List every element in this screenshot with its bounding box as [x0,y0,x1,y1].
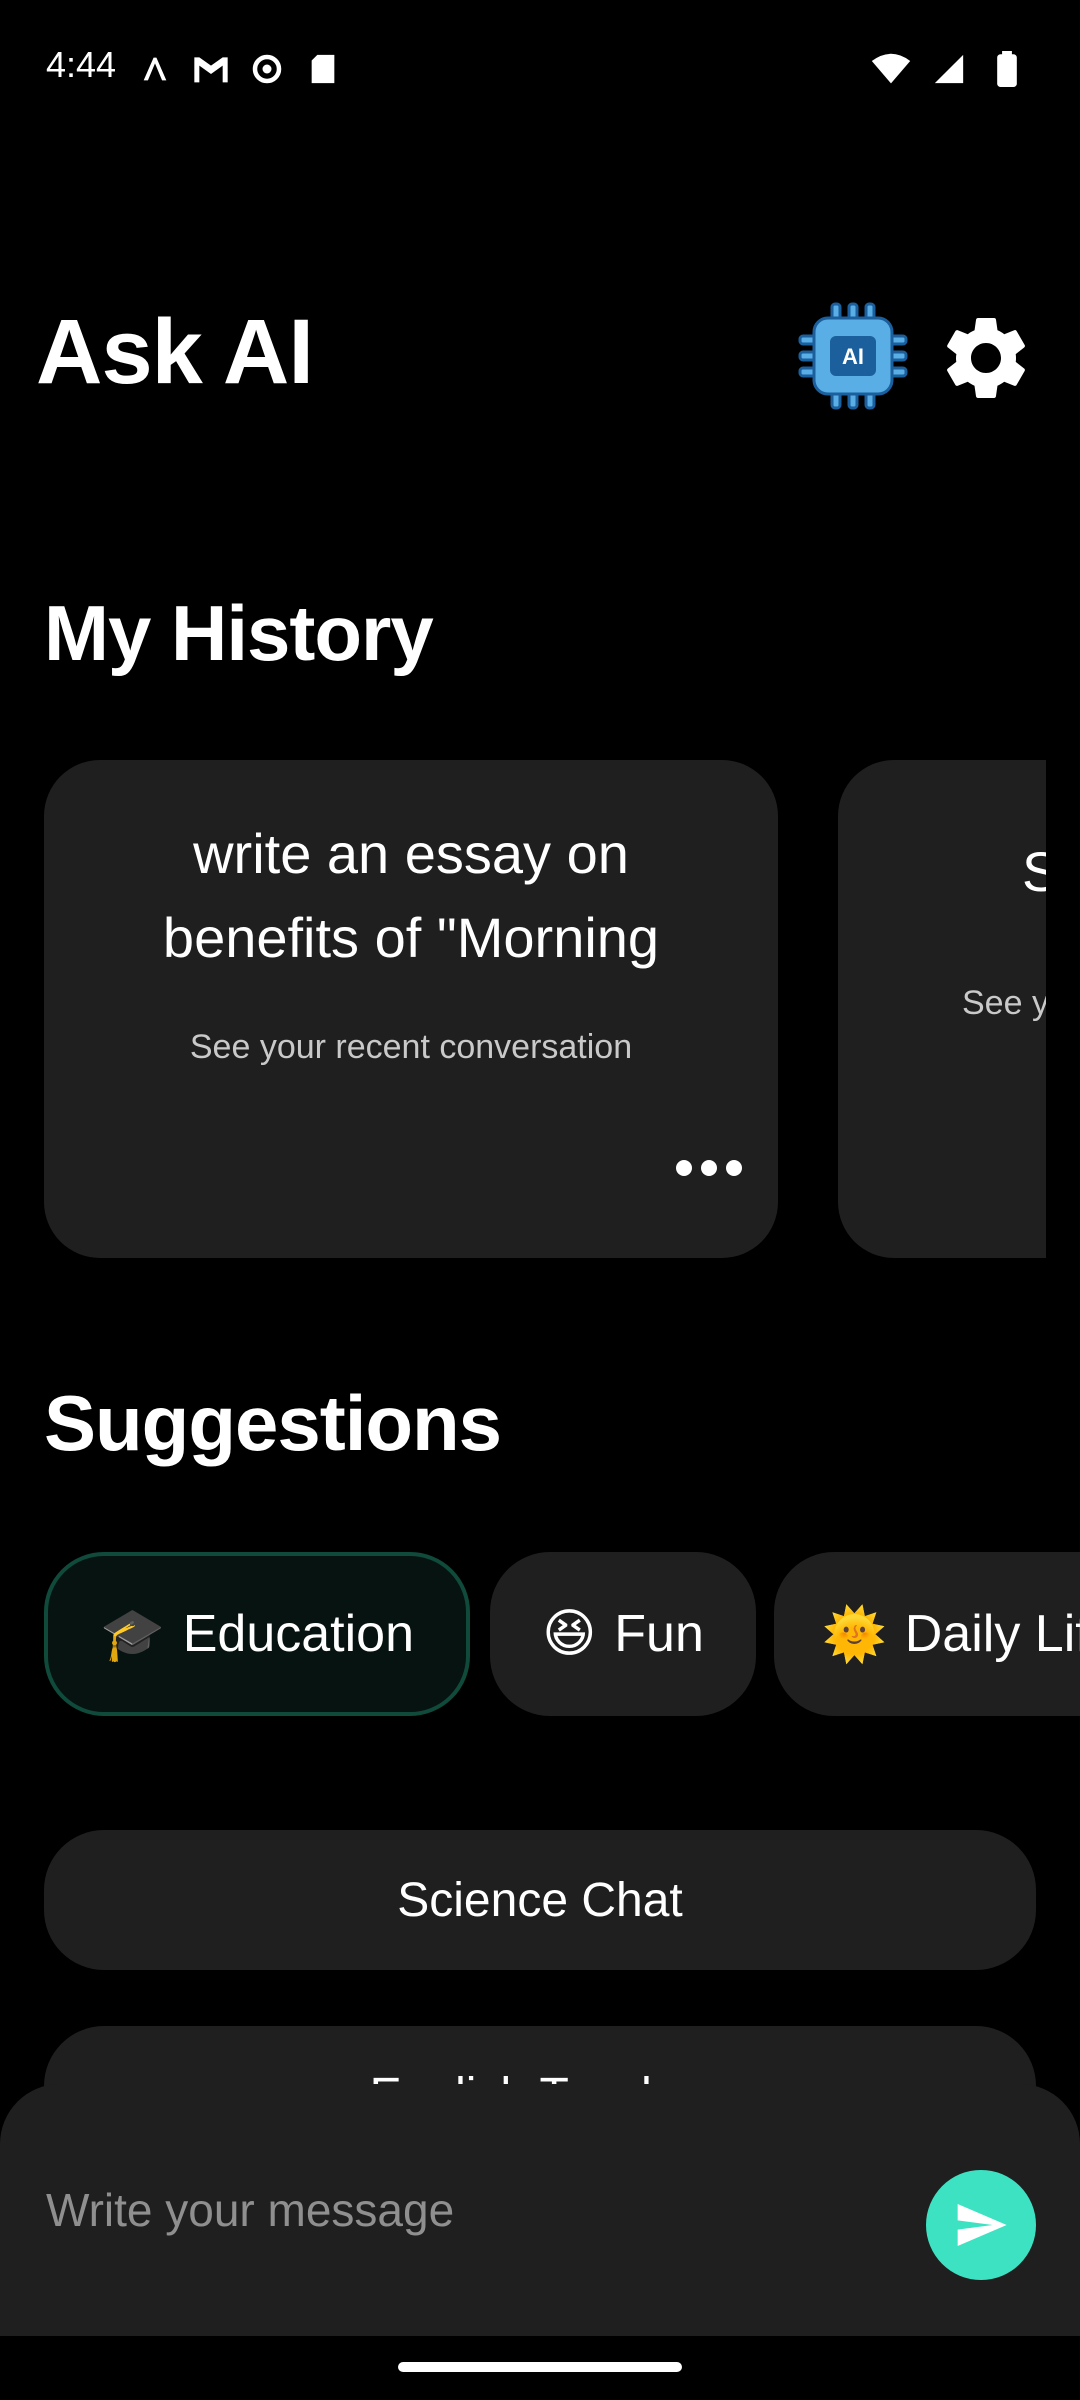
status-icons-left [134,48,344,90]
history-card[interactable]: S See y [838,760,1046,1258]
history-card-subtitle: See y [962,984,1046,1022]
sdcard-icon [302,48,344,90]
suggestion-label: Science Chat [397,1873,683,1927]
message-input[interactable] [44,2154,868,2266]
laughing-face-icon: 😆 [542,1605,597,1663]
message-composer [0,2084,1080,2336]
graduation-cap-icon: 🎓 [99,1605,165,1664]
text-icon [134,48,176,90]
svg-text:AI: AI [842,344,864,369]
gear-status-icon [246,48,288,90]
send-button[interactable] [926,2170,1036,2280]
signal-icon [928,48,970,90]
send-icon [957,2204,1007,2246]
chip-daily-life[interactable]: 🌞 Daily Lif [774,1552,1080,1716]
home-indicator[interactable] [398,2362,682,2372]
chip-education[interactable]: 🎓 Education [44,1552,470,1716]
chip-fun[interactable]: 😆 Fun [490,1552,756,1716]
history-card-text: S [1022,840,1046,903]
more-options-icon[interactable] [676,1148,742,1188]
suggestion-science-chat[interactable]: Science Chat [44,1830,1036,1970]
history-card[interactable]: write an essay on benefits of "Morning S… [44,760,778,1258]
settings-icon[interactable] [936,308,1036,408]
status-time: 4:44 [46,44,117,85]
sun-icon: 🌞 [822,1605,887,1664]
status-bar: 4:44 [0,0,1080,136]
suggestions-title: Suggestions [44,1379,502,1467]
wifi-icon [870,48,912,90]
history-card-subtitle: See your recent conversation [189,1028,633,1066]
chip-label: Education [182,1605,415,1663]
chip-label: Fun [614,1605,704,1663]
app-title: Ask AI [36,301,314,403]
status-icons-right [870,48,1028,90]
chip-label: Daily Lif [904,1605,1080,1663]
gmail-icon [190,48,232,90]
ai-chip-icon[interactable]: AI [798,300,908,412]
history-card-text: write an essay on benefits of "Morning [162,822,660,969]
battery-icon [986,48,1028,90]
history-title: My History [44,589,434,677]
